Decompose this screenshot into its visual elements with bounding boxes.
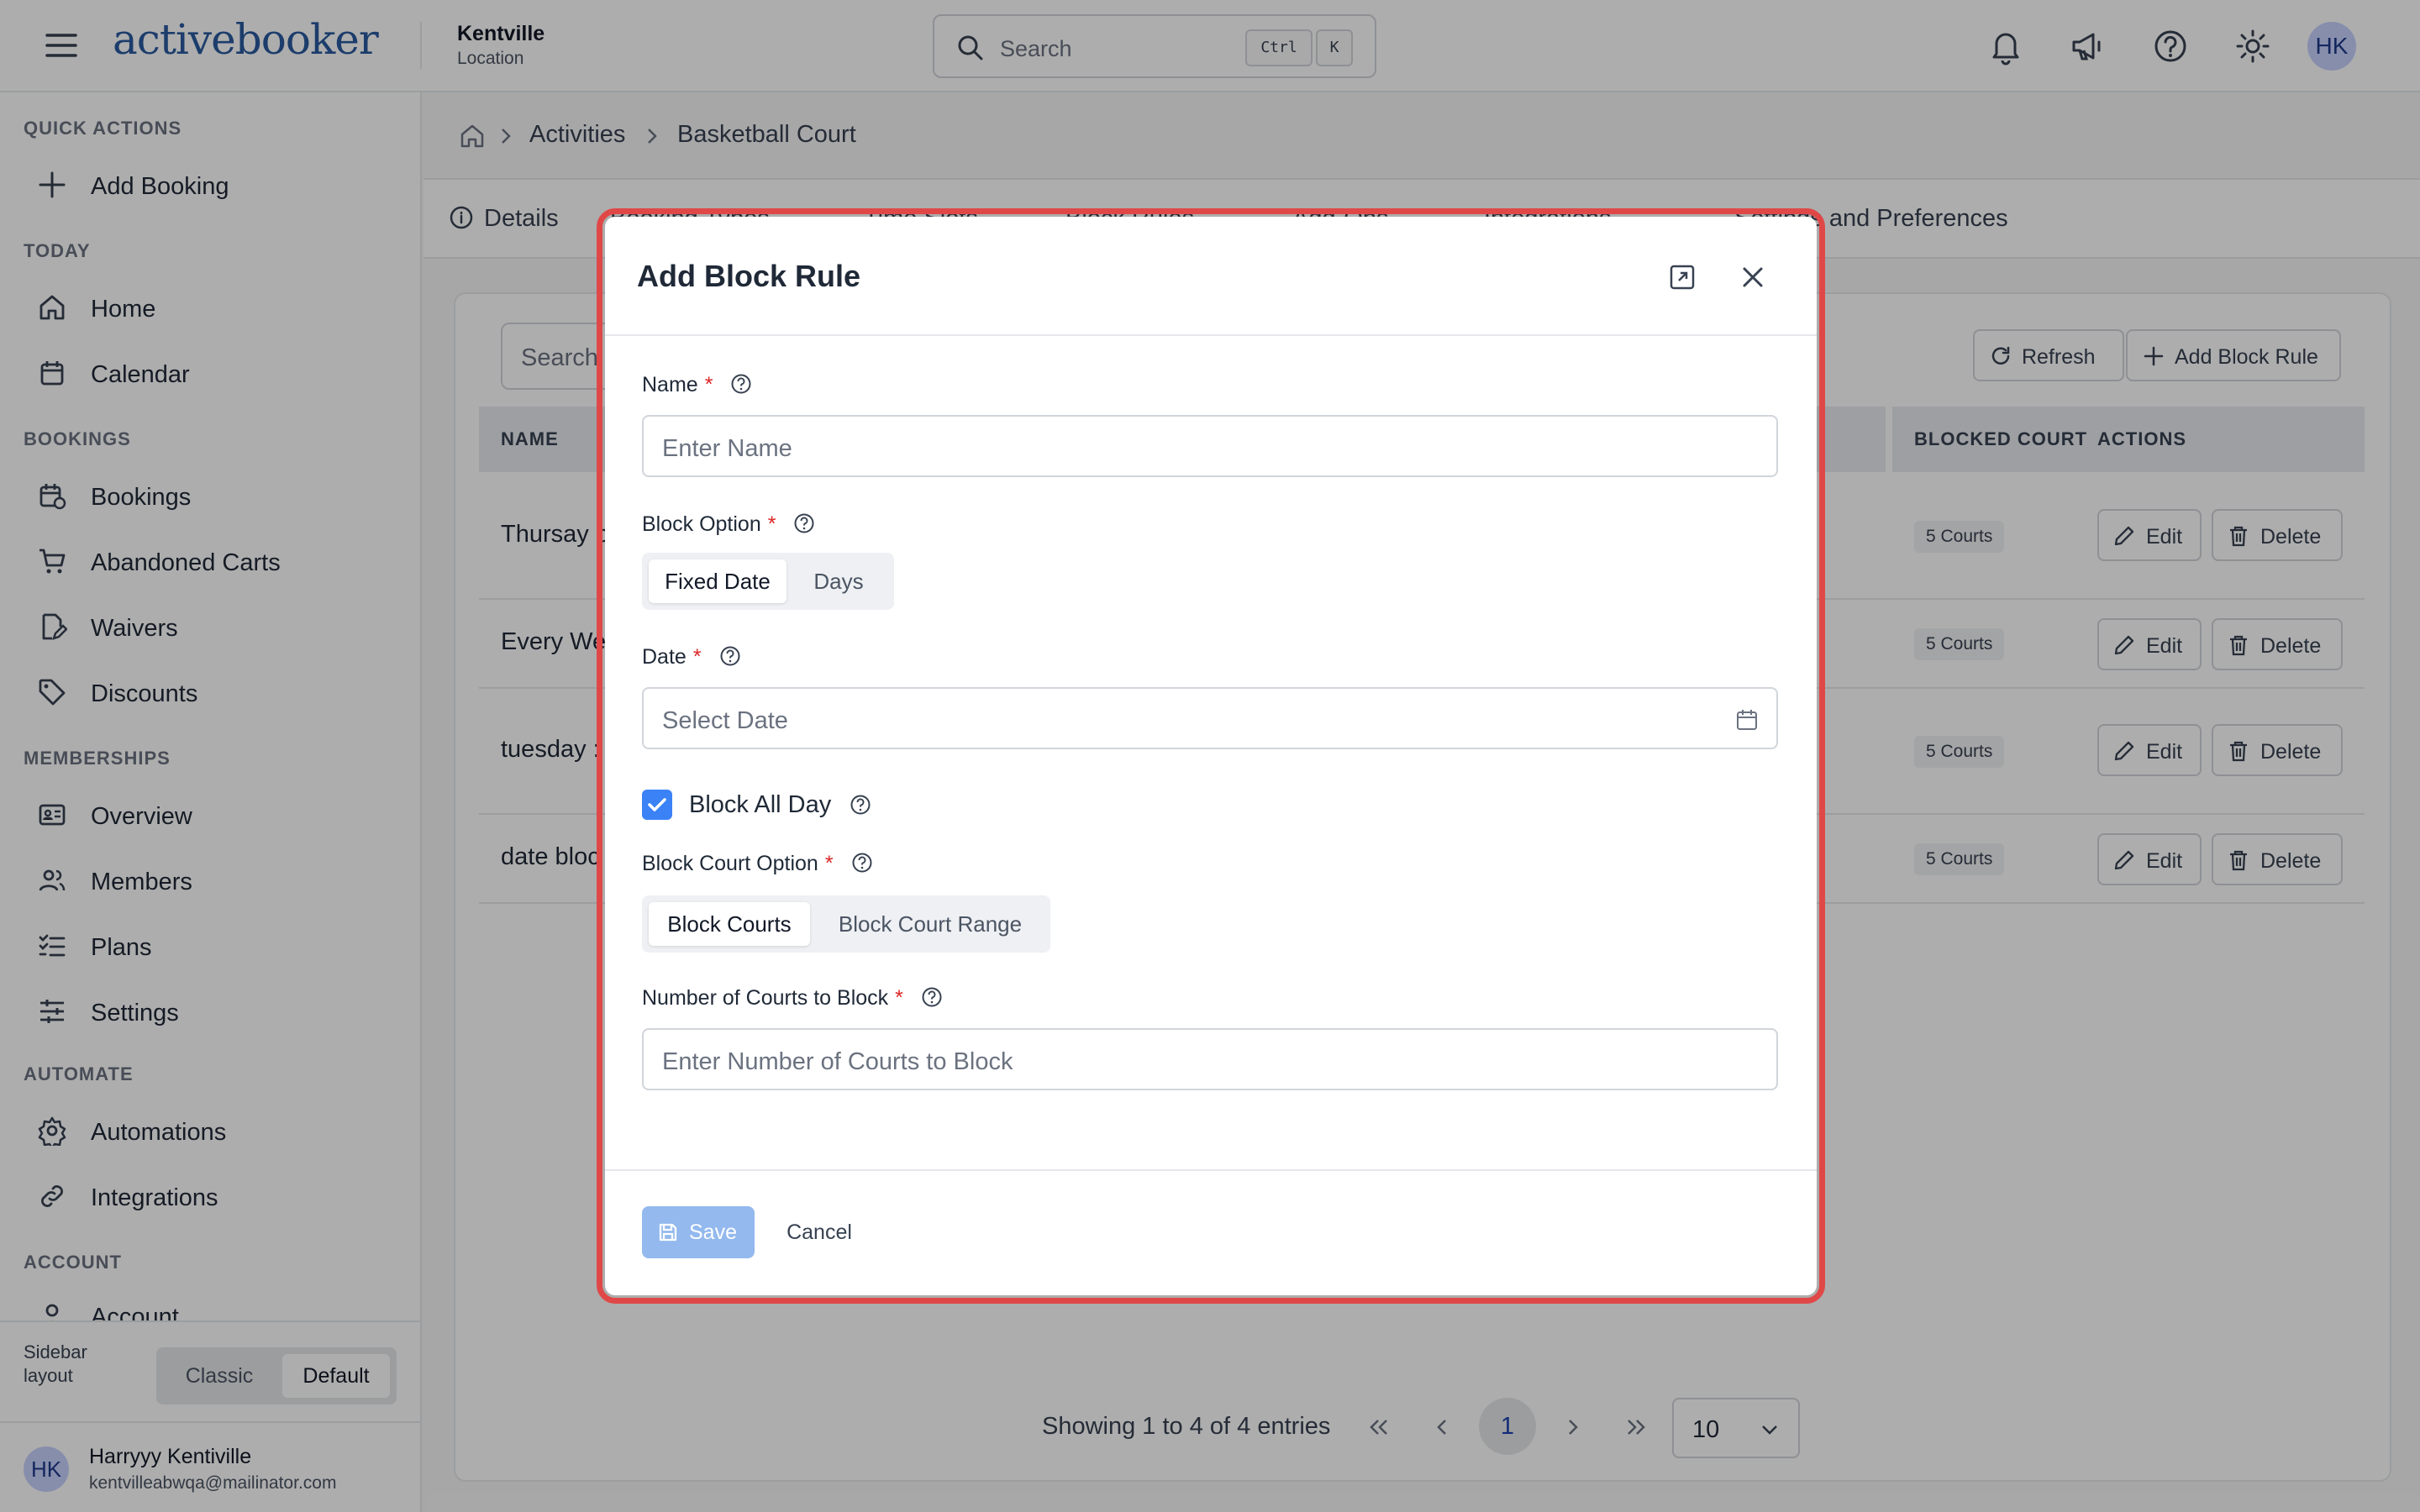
block-option-toggle: Fixed Date Days	[642, 553, 894, 610]
help-icon[interactable]	[921, 986, 943, 1008]
block-option-fixed-date[interactable]: Fixed Date	[649, 559, 786, 603]
court-option-block-range[interactable]: Block Court Range	[817, 902, 1044, 946]
divider	[605, 334, 1817, 336]
expand-icon[interactable]	[1667, 262, 1697, 292]
block-all-day-label: Block All Day	[689, 791, 871, 819]
court-option-block-courts[interactable]: Block Courts	[649, 902, 810, 946]
courts-count-input[interactable]: Enter Number of Courts to Block	[642, 1028, 1778, 1090]
help-icon[interactable]	[719, 645, 741, 667]
courts-count-label: Number of Courts to Block *	[642, 986, 943, 1011]
court-option-toggle: Block Courts Block Court Range	[642, 895, 1050, 953]
dialog-title: Add Block Rule	[637, 259, 861, 293]
name-input[interactable]: Enter Name	[642, 415, 1778, 477]
block-option-label: Block Option *	[642, 512, 815, 537]
cancel-button[interactable]: Cancel	[773, 1206, 865, 1258]
block-all-day-checkbox[interactable]	[642, 790, 672, 820]
help-icon[interactable]	[730, 373, 752, 395]
court-option-label: Block Court Option *	[642, 852, 873, 876]
save-button[interactable]: Save	[642, 1206, 755, 1258]
date-label: Date *	[642, 645, 741, 669]
close-icon[interactable]	[1738, 262, 1768, 292]
name-label: Name *	[642, 373, 752, 397]
date-picker-input[interactable]: Select Date	[642, 687, 1778, 749]
calendar-icon[interactable]	[1734, 707, 1760, 732]
block-option-days[interactable]: Days	[792, 559, 886, 603]
help-icon[interactable]	[793, 512, 815, 534]
divider	[605, 1169, 1817, 1171]
save-icon	[657, 1221, 679, 1243]
help-icon[interactable]	[850, 794, 871, 816]
add-block-rule-dialog: Add Block Rule Name * Enter Name Block Op…	[605, 217, 1817, 1295]
help-icon[interactable]	[851, 852, 873, 874]
